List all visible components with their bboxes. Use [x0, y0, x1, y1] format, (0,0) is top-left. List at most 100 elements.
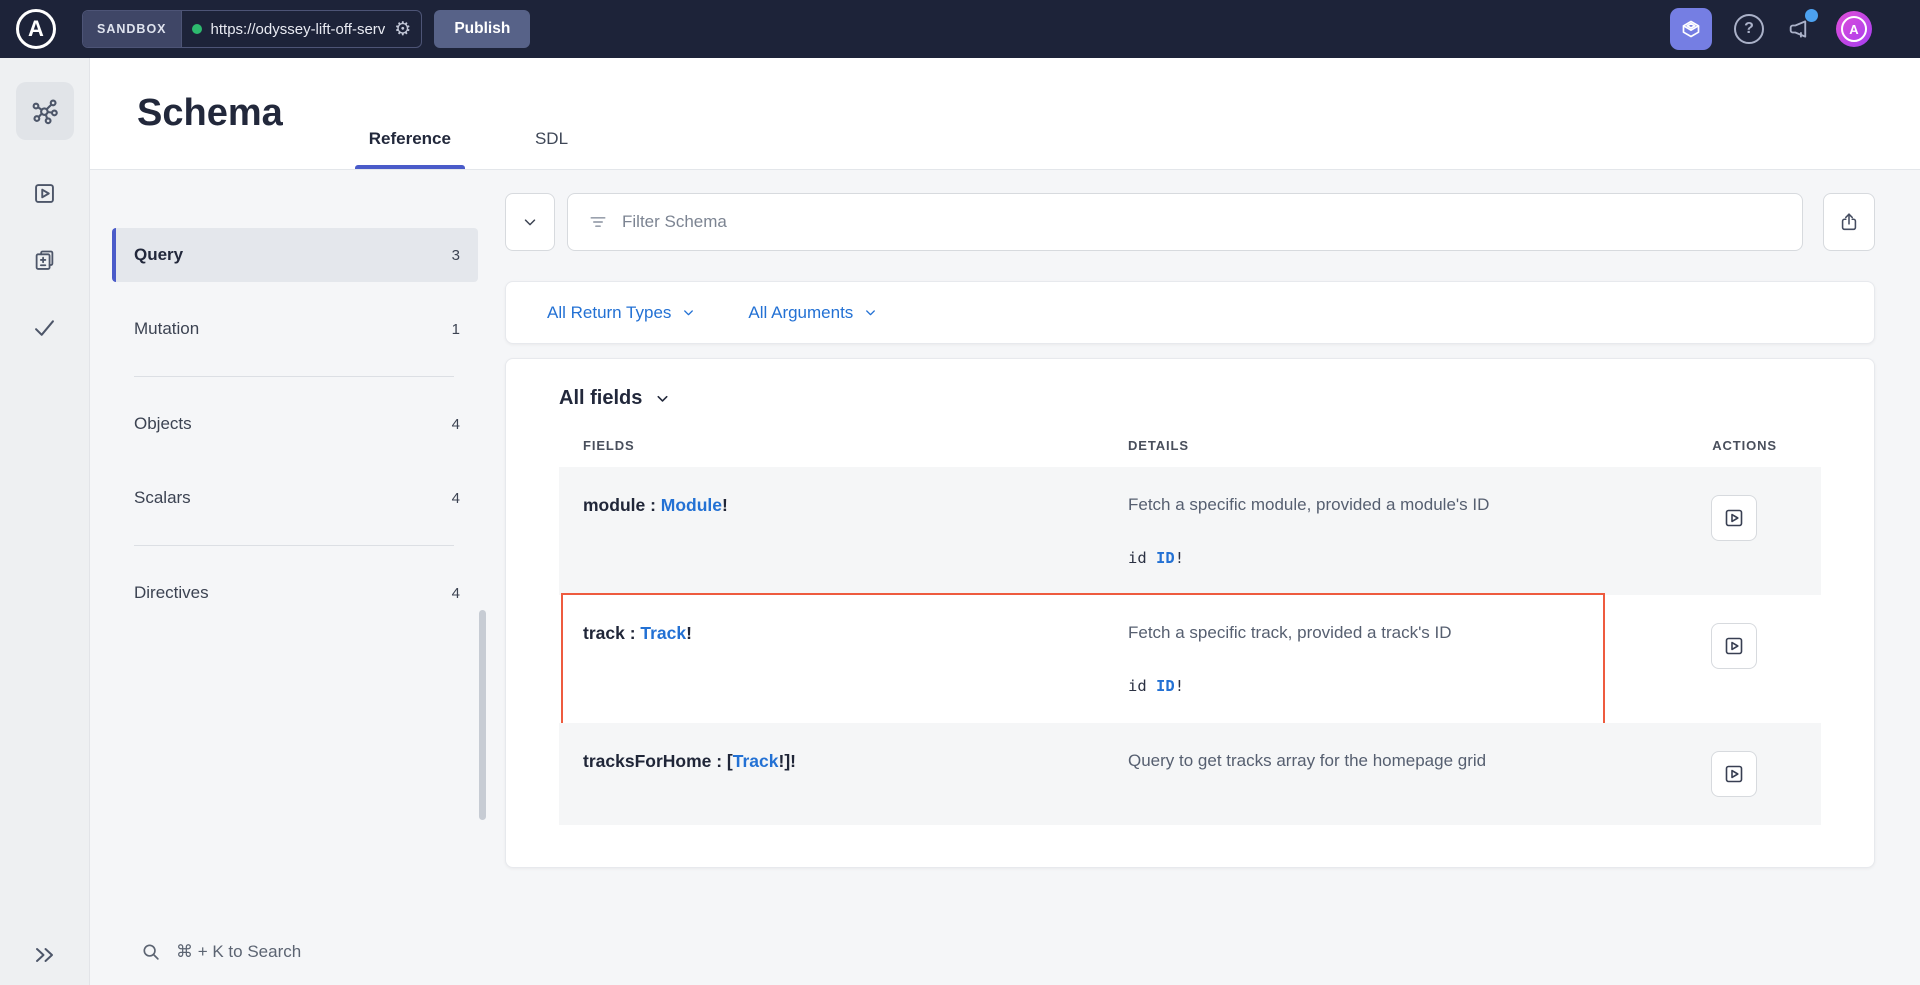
nav-item-mutation[interactable]: Mutation 1 [112, 302, 478, 356]
nav-item-scalars[interactable]: Scalars 4 [112, 471, 478, 525]
schema-graph-icon [30, 96, 60, 126]
search-hint-text: ⌘ + K to Search [176, 942, 301, 962]
filter-schema-input[interactable] [622, 212, 1782, 232]
sandbox-badge: SANDBOX [83, 11, 182, 47]
nav-item-query[interactable]: Query 3 [112, 228, 478, 282]
filter-options-button[interactable] [505, 193, 555, 251]
arguments-label: All Arguments [748, 303, 853, 323]
scrollbar-thumb[interactable] [479, 610, 486, 820]
type-link-module[interactable]: Module [661, 495, 722, 515]
run-in-explorer-button[interactable] [1711, 751, 1757, 797]
field-details: Query to get tracks array for the homepa… [1128, 751, 1647, 797]
top-bar: A SANDBOX https://odyssey-lift-off-serv … [0, 0, 1920, 58]
export-button[interactable] [1823, 193, 1875, 251]
endpoint-url-field[interactable]: https://odyssey-lift-off-serv ⚙ [182, 20, 422, 39]
help-button[interactable]: ? [1734, 14, 1764, 44]
nav-item-label: Directives [134, 583, 209, 603]
arguments-dropdown[interactable]: All Arguments [748, 303, 878, 323]
announcements-button[interactable] [1786, 15, 1814, 43]
active-tab-indicator [355, 165, 465, 169]
argument-name: id [1128, 677, 1147, 695]
play-square-icon [1722, 634, 1746, 658]
graph-url-group: SANDBOX https://odyssey-lift-off-serv ⚙ [82, 10, 422, 48]
play-square-icon [1722, 506, 1746, 530]
field-details: Fetch a specific track, provided a track… [1128, 623, 1647, 695]
field-arguments: id ID! [1128, 549, 1647, 567]
nav-item-label: Mutation [134, 319, 199, 339]
tab-sdl-label: SDL [535, 129, 568, 148]
schema-search-trigger[interactable]: ⌘ + K to Search [140, 941, 301, 963]
avatar-letter: A [1841, 16, 1867, 42]
search-icon [140, 941, 162, 963]
type-link-track[interactable]: Track [733, 751, 779, 771]
connection-status-icon [192, 24, 202, 34]
table-row-tracksForHome: tracksForHome : [Track!]! Query to get t… [559, 723, 1821, 825]
nav-item-label: Query [134, 245, 183, 265]
nav-item-directives[interactable]: Directives 4 [112, 566, 478, 620]
endpoint-url-text[interactable]: https://odyssey-lift-off-serv [211, 21, 386, 38]
column-header-actions: ACTIONS [1647, 438, 1797, 453]
changelog-diff-icon [31, 247, 58, 274]
field-arguments: id ID! [1128, 677, 1647, 695]
apollo-logo-letter: A [28, 16, 44, 42]
play-square-icon [1722, 762, 1746, 786]
collapse-sidebar-button[interactable] [32, 943, 58, 967]
chevron-down-icon [681, 305, 696, 320]
sidebar-item-explorer[interactable] [31, 180, 58, 207]
tab-reference-label: Reference [369, 129, 451, 148]
schema-reference-panel: All Return Types All Arguments All field… [478, 170, 1920, 985]
chevron-down-icon [863, 305, 878, 320]
filter-schema-field[interactable] [567, 193, 1803, 251]
tab-reference[interactable]: Reference [355, 129, 465, 169]
checkmark-icon [31, 314, 58, 341]
question-icon: ? [1744, 20, 1754, 38]
nav-divider [134, 376, 454, 377]
type-link-track[interactable]: Track [640, 623, 686, 643]
page-title: Schema [137, 92, 283, 135]
nav-item-objects[interactable]: Objects 4 [112, 397, 478, 451]
publish-button[interactable]: Publish [434, 10, 530, 48]
sidebar-item-schema[interactable] [16, 82, 74, 140]
user-avatar[interactable]: A [1836, 11, 1872, 47]
all-fields-title: All fields [559, 387, 642, 410]
run-in-explorer-button[interactable] [1711, 495, 1757, 541]
sandbox-mode-button[interactable] [1670, 8, 1712, 50]
field-signature: tracksForHome : [Track!]! [583, 751, 1128, 797]
schema-type-nav: Query 3 Mutation 1 Objects 4 Scalars 4 [90, 170, 478, 985]
left-icon-rail [0, 58, 90, 985]
run-in-explorer-button[interactable] [1711, 623, 1757, 669]
sidebar-item-changelog[interactable] [31, 247, 58, 274]
nav-item-label: Objects [134, 414, 192, 434]
filter-row [505, 193, 1875, 251]
tab-sdl[interactable]: SDL [521, 129, 582, 169]
nav-item-count: 4 [452, 416, 460, 433]
gear-icon[interactable]: ⚙ [394, 20, 411, 39]
nav-item-count: 1 [452, 321, 460, 338]
nav-item-count: 4 [452, 585, 460, 602]
field-suffix: !]! [779, 751, 796, 771]
nav-item-count: 3 [452, 247, 460, 264]
page-header: Schema Reference SDL [90, 58, 1920, 170]
field-name: module : [583, 495, 661, 515]
explorer-play-icon [31, 180, 58, 207]
field-name: tracksForHome : [ [583, 751, 733, 771]
chevron-down-icon [521, 213, 539, 231]
field-details: Fetch a specific module, provided a modu… [1128, 495, 1647, 567]
all-fields-toggle[interactable]: All fields [559, 387, 1821, 410]
table-header-row: FIELDS DETAILS ACTIONS [559, 430, 1821, 467]
all-fields-card: All fields FIELDS DETAILS ACTIONS module… [505, 358, 1875, 868]
tab-bar: Reference SDL [355, 58, 582, 169]
argument-type-link[interactable]: ID [1156, 677, 1175, 695]
field-suffix: ! [722, 495, 728, 515]
notification-dot [1805, 9, 1818, 22]
field-suffix: ! [686, 623, 692, 643]
field-description: Fetch a specific track, provided a track… [1128, 623, 1647, 643]
argument-type-link[interactable]: ID [1156, 549, 1175, 567]
topbar-right-actions: ? A [1670, 0, 1872, 58]
field-signature: track : Track! [583, 623, 1128, 695]
field-signature: module : Module! [583, 495, 1128, 567]
sidebar-item-checks[interactable] [31, 314, 58, 341]
return-types-dropdown[interactable]: All Return Types [547, 303, 696, 323]
field-name: track : [583, 623, 640, 643]
chevron-down-icon [654, 390, 671, 407]
